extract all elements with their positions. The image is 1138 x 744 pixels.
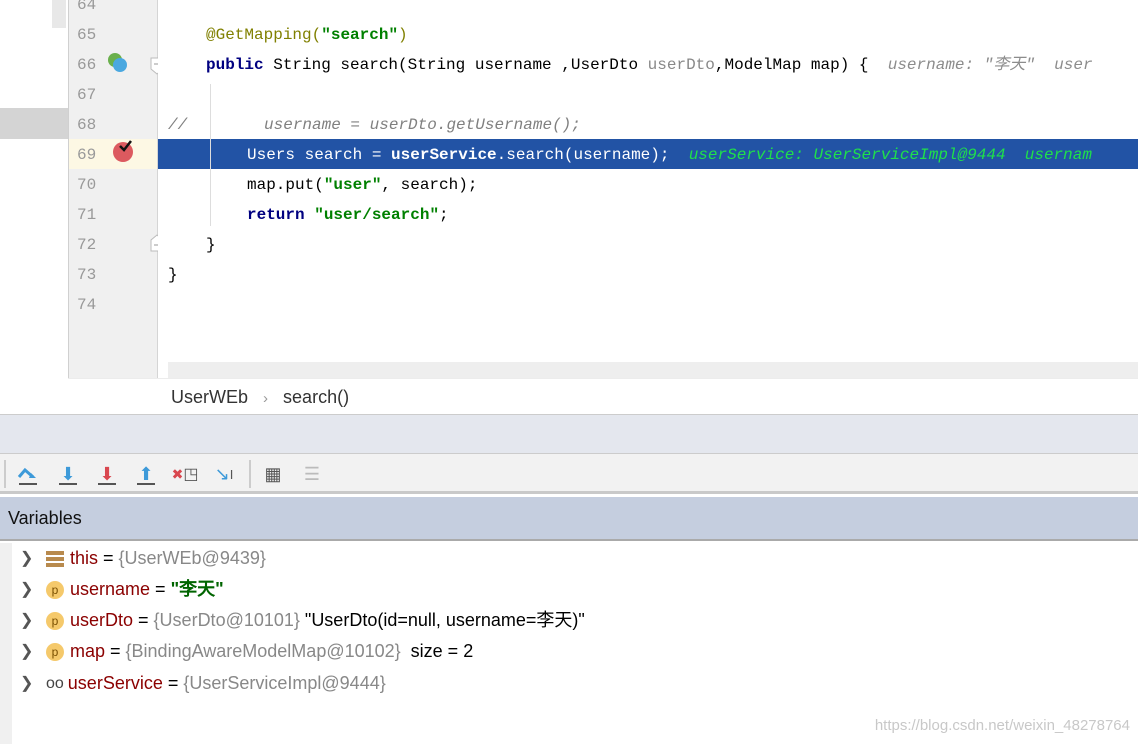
code-line-69: Users search = userService.search(userna…	[247, 146, 1092, 164]
variable-row[interactable]: ❯ p userDto = {UserDto@10101} "UserDto(id=…	[20, 605, 585, 636]
code-line-68: // username = userDto.getUsername();	[168, 116, 581, 134]
parameter-icon: p	[46, 611, 64, 630]
breadcrumb-class[interactable]: UserWEb	[171, 387, 248, 407]
breadcrumb-method[interactable]: search()	[283, 387, 349, 407]
web-endpoint-icon[interactable]	[107, 52, 129, 74]
code-line-73: }	[168, 266, 178, 284]
breakpoint-icon[interactable]	[111, 138, 137, 164]
line-number: 64	[77, 0, 97, 14]
line-number: 70	[77, 176, 97, 194]
line-number: 66	[77, 56, 97, 74]
field-icon	[46, 550, 64, 567]
code-line-72: }	[206, 236, 216, 254]
line-number: 65	[77, 26, 97, 44]
line-number: 73	[77, 266, 97, 284]
evaluate-expression-icon[interactable]: ▦	[261, 462, 285, 486]
breadcrumb: UserWEb › search()	[68, 378, 1138, 414]
run-to-cursor-icon[interactable]: ↘ I	[212, 462, 236, 486]
watch-icon: oo	[46, 675, 64, 692]
line-number: 72	[77, 236, 97, 254]
line-number: 74	[77, 296, 97, 314]
watermark: https://blog.csdn.net/weixin_48278764	[874, 717, 1130, 734]
line-number: 67	[77, 86, 97, 104]
variable-row[interactable]: ❯ oo userService = {UserServiceImpl@9444}	[20, 668, 386, 699]
expand-icon[interactable]: ❯	[20, 636, 40, 667]
expand-icon[interactable]: ❯	[20, 605, 40, 636]
editor-gutter[interactable]: 64 65 66 67 68 69 70 71 72 73 74	[68, 0, 164, 378]
variable-row[interactable]: ❯ this = {UserWEb@9439}	[20, 543, 266, 574]
variables-list: ❯ this = {UserWEb@9439} ❯ p username = "李天"…	[0, 543, 1138, 744]
force-step-into-icon[interactable]: ⬇	[95, 462, 119, 486]
left-strip	[0, 0, 68, 412]
expand-icon[interactable]: ❯	[20, 668, 40, 699]
line-number: 71	[77, 206, 97, 224]
debug-panel-header	[0, 414, 1138, 454]
debug-toolbar: ⬇ ⬇ ⬆ ✖ ◳ ↘ I ▦ ☰	[0, 454, 1138, 494]
code-line-66: public String search(String username ,Us…	[206, 56, 1093, 74]
variable-row[interactable]: ❯ p username = "李天"	[20, 574, 224, 605]
step-into-icon[interactable]: ⬇	[56, 462, 80, 486]
code-line-70: map.put("user", search);	[247, 176, 478, 194]
variable-row[interactable]: ❯ p map = {BindingAwareModelMap@10102} siz…	[20, 636, 473, 667]
code-editor[interactable]: @GetMapping("search") public String sear…	[158, 0, 1138, 378]
drop-frame-icon[interactable]: ✖ ◳	[172, 462, 199, 486]
line-number: 68	[77, 116, 97, 134]
line-number: 69	[77, 146, 97, 164]
expand-icon[interactable]: ❯	[20, 574, 40, 605]
code-line-71: return "user/search";	[247, 206, 449, 224]
variables-header: Variables	[0, 497, 1138, 541]
parameter-icon: p	[46, 580, 64, 599]
step-out-icon[interactable]: ⬆	[134, 462, 158, 486]
step-over-icon[interactable]	[16, 462, 40, 486]
parameter-icon: p	[46, 642, 64, 661]
horizontal-scrollbar[interactable]	[168, 362, 1138, 378]
variables-title: Variables	[8, 508, 82, 528]
trace-stream-icon[interactable]: ☰	[300, 462, 324, 486]
expand-icon[interactable]: ❯	[20, 543, 40, 574]
code-line-65: @GetMapping("search")	[206, 26, 408, 44]
